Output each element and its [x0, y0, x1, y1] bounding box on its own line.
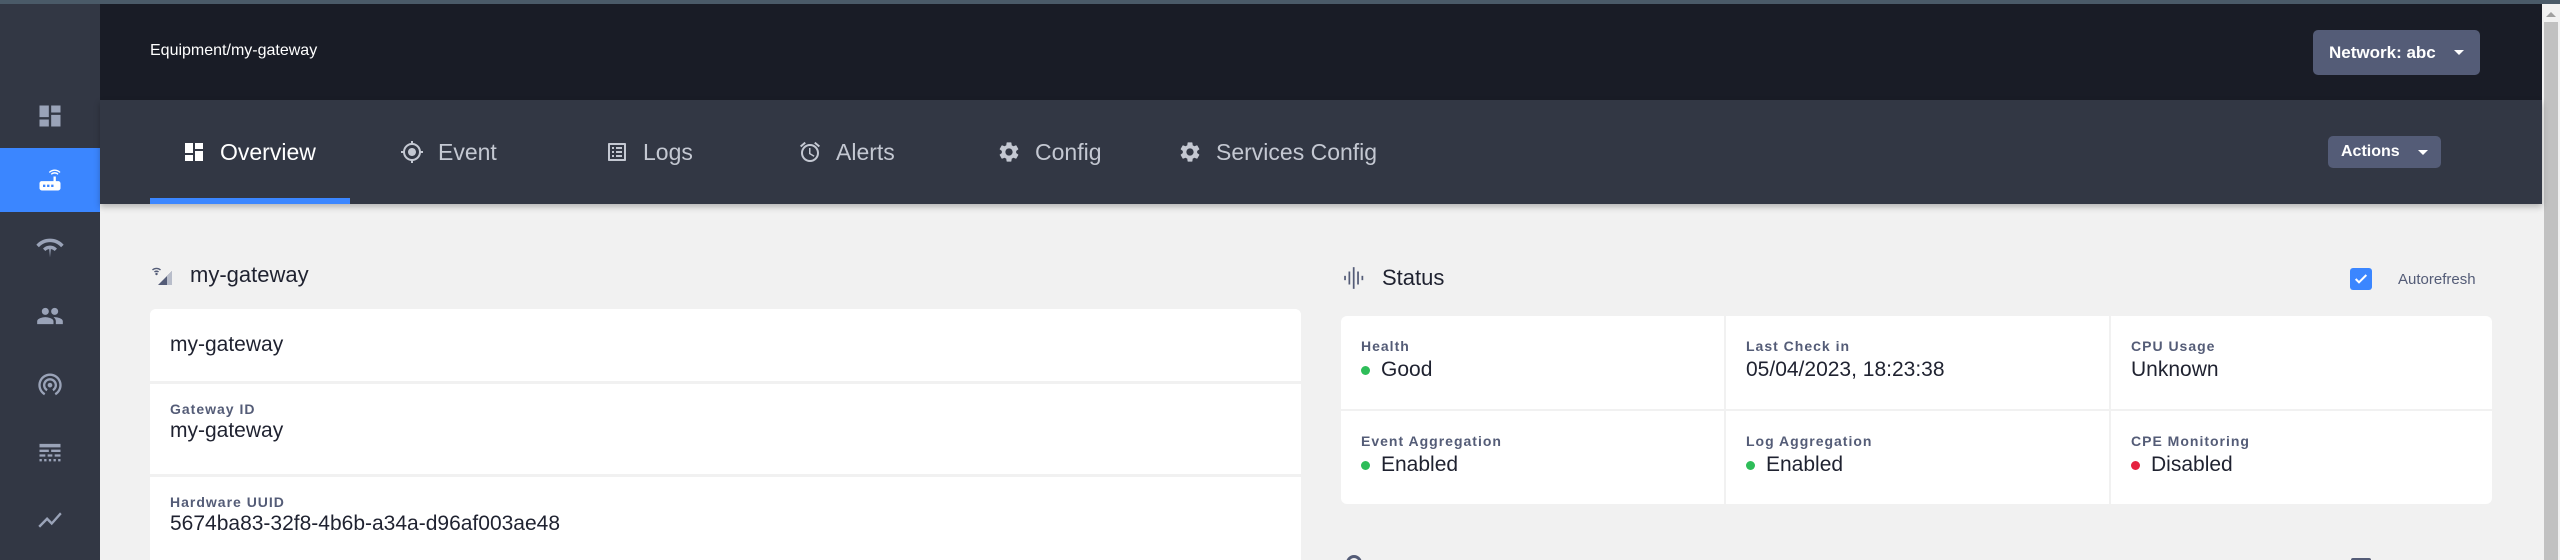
scrollbar-thumb[interactable] — [2544, 22, 2558, 560]
status-indicator-dot — [1361, 365, 1370, 375]
actions-label: Actions — [2341, 143, 2400, 160]
tab-label: Config — [1035, 138, 1102, 165]
tab-bar: Overview Event Logs Alerts Config Servic… — [100, 100, 2542, 204]
sidebar-item-dashboard[interactable] — [0, 84, 100, 148]
status-cell-cpe-monitoring: CPE Monitoring Disabled — [2111, 411, 2492, 504]
checkmark-icon — [2354, 274, 2368, 284]
status-value-text: Enabled — [1766, 453, 1844, 476]
sidebar-item-subscribers[interactable] — [0, 284, 100, 348]
hardware-uuid-row: Hardware UUID 5674ba83-32f8-4b6b-a34a-d9… — [150, 477, 1301, 560]
status-value: Disabled — [2131, 453, 2233, 477]
gateway-title: my-gateway — [190, 262, 309, 287]
gateway-signal-icon — [152, 267, 172, 285]
tab-label: Logs — [643, 138, 693, 165]
dashboard-icon — [185, 143, 203, 161]
status-indicator-dot — [1746, 460, 1755, 470]
tab-services-config[interactable]: Services Config — [1178, 100, 1377, 204]
breadcrumb[interactable]: Equipment/my-gateway — [150, 42, 317, 60]
gateway-id-row: Gateway ID my-gateway — [150, 384, 1301, 474]
status-value-text: Good — [1381, 358, 1433, 381]
waveform-icon — [1344, 267, 1364, 289]
status-value: Good — [1361, 358, 1432, 382]
tab-label: Event — [438, 138, 497, 165]
status-label: Last Check in — [1746, 338, 1851, 354]
autorefresh-toggle[interactable]: Autorefresh — [2350, 268, 2476, 290]
gateway-id-label: Gateway ID — [170, 401, 256, 417]
router-icon — [39, 169, 61, 191]
status-cell-event-aggregation: Event Aggregation Enabled — [1341, 411, 1724, 504]
caret-down-icon — [2453, 50, 2464, 55]
status-cell-log-aggregation: Log Aggregation Enabled — [1726, 411, 2109, 504]
network-selector-button[interactable]: Network: abc — [2313, 30, 2480, 75]
broadcast-icon — [38, 373, 62, 396]
sidebar-item-traffic[interactable] — [0, 352, 100, 416]
status-title: Status — [1382, 265, 1445, 290]
autorefresh-checkbox[interactable] — [2350, 268, 2372, 290]
status-indicator-dot — [2131, 460, 2140, 470]
status-grid: Health Good Last Check in 05/04/2023, 18… — [1341, 316, 2492, 504]
status-indicator-dot — [1361, 460, 1370, 470]
tab-logs[interactable]: Logs — [605, 100, 693, 204]
tab-label: Overview — [220, 138, 316, 165]
tab-event[interactable]: Event — [400, 100, 497, 204]
status-value: Unknown — [2131, 358, 2219, 382]
hardware-uuid-label: Hardware UUID — [170, 494, 285, 510]
status-label: Health — [1361, 338, 1410, 354]
hardware-uuid-value: 5674ba83-32f8-4b6b-a34a-d96af003ae48 — [170, 512, 561, 535]
caret-down-icon — [2417, 149, 2428, 155]
status-label: Event Aggregation — [1361, 433, 1502, 449]
tab-label: Services Config — [1216, 138, 1378, 165]
gateway-name-value: my-gateway — [170, 333, 284, 356]
status-value-text: Disabled — [2151, 453, 2233, 476]
alarm-icon — [800, 141, 820, 162]
status-label: CPU Usage — [2131, 338, 2216, 354]
gateway-section-title: my-gateway — [150, 262, 309, 288]
target-icon — [401, 141, 423, 163]
actions-button[interactable]: Actions — [2328, 136, 2441, 168]
wifi-tethering-icon — [36, 238, 64, 258]
next-section-icon — [1346, 555, 1362, 560]
sidebar-item-equipment[interactable] — [0, 148, 100, 212]
gateway-id-value: my-gateway — [170, 419, 284, 442]
sidebar-item-metrics[interactable] — [0, 488, 100, 552]
active-tab-indicator — [150, 198, 350, 204]
sidebar — [0, 4, 100, 560]
sidebar-item-policies[interactable] — [0, 420, 100, 484]
status-label: CPE Monitoring — [2131, 433, 2250, 449]
scroll-up-arrow-icon[interactable] — [2546, 12, 2556, 17]
status-value-text: Enabled — [1381, 453, 1459, 476]
status-value: 05/04/2023, 18:23:38 — [1746, 358, 1945, 382]
dashboard-icon — [39, 105, 61, 127]
status-label: Log Aggregation — [1746, 433, 1873, 449]
vertical-scrollbar[interactable] — [2542, 4, 2560, 560]
tab-config[interactable]: Config — [997, 100, 1101, 204]
table-icon — [39, 443, 61, 462]
status-value-text: Unknown — [2131, 358, 2219, 381]
gear-icon — [999, 142, 1019, 162]
sidebar-item-network[interactable] — [0, 216, 100, 280]
status-section-title: Status — [1342, 265, 1444, 291]
trending-icon — [38, 512, 62, 528]
status-value-text: 05/04/2023, 18:23:38 — [1746, 358, 1945, 381]
tab-overview[interactable]: Overview — [182, 100, 316, 204]
gateway-info-card: my-gateway Gateway ID my-gateway Hardwar… — [150, 309, 1301, 560]
status-value: Enabled — [1746, 453, 1843, 477]
status-cell-last-check-in: Last Check in 05/04/2023, 18:23:38 — [1726, 316, 2109, 409]
top-header: Equipment/my-gateway Network: abc — [100, 4, 2542, 100]
gear-icon — [1180, 142, 1200, 162]
autorefresh-label: Autorefresh — [2398, 270, 2476, 288]
people-icon — [37, 307, 63, 325]
tab-label: Alerts — [836, 138, 895, 165]
status-cell-cpu-usage: CPU Usage Unknown — [2111, 316, 2492, 409]
tab-alerts[interactable]: Alerts — [798, 100, 895, 204]
network-selector-label: Network: abc — [2329, 42, 2436, 62]
list-icon — [608, 143, 626, 161]
status-value: Enabled — [1361, 453, 1458, 477]
status-cell-health: Health Good — [1341, 316, 1724, 409]
gateway-name-row: my-gateway — [150, 309, 1301, 381]
